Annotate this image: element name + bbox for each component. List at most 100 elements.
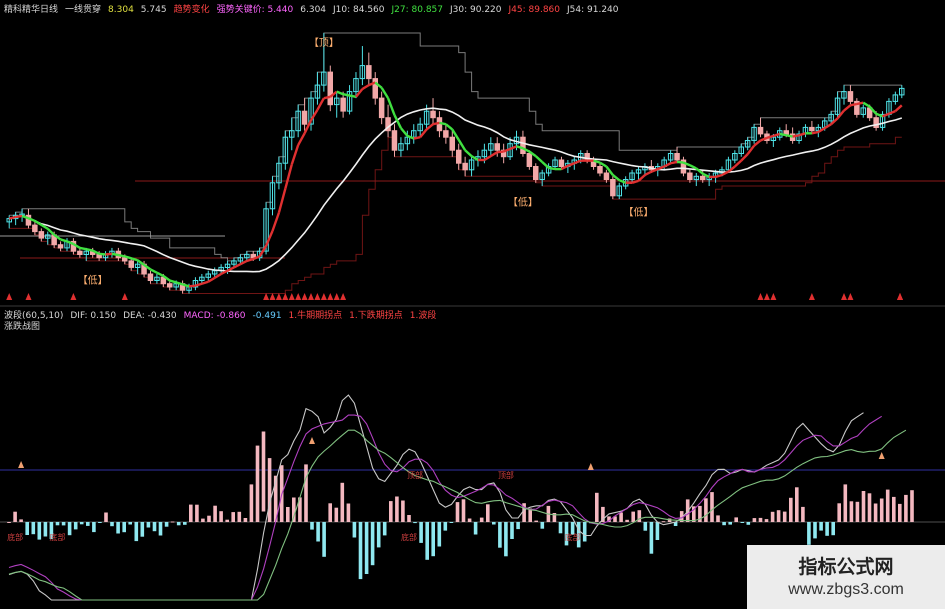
histogram-bar: [92, 522, 96, 533]
histogram-bar: [55, 522, 60, 526]
fast-moving-average-segment: [497, 150, 504, 154]
histogram-bar: [25, 522, 29, 535]
candle-body: [32, 224, 38, 233]
candle-body: [783, 130, 789, 135]
candle-body: [809, 126, 815, 132]
histogram-bar: [395, 496, 399, 522]
histogram-bar: [146, 522, 151, 528]
histogram-bar: [558, 522, 563, 534]
signal-label: 顶部: [498, 470, 514, 480]
fast-moving-average-segment: [111, 252, 119, 257]
histogram-bar: [813, 522, 817, 539]
candle-body: [520, 136, 526, 154]
candle-body: [603, 172, 610, 180]
candle-body: [847, 91, 854, 102]
histogram-bar: [195, 504, 199, 522]
histogram-bar: [7, 522, 11, 523]
header-item: 精科精华日线: [4, 5, 59, 15]
histogram-bar: [892, 496, 896, 522]
histogram-bar: [449, 522, 454, 523]
candle-body: [378, 97, 385, 119]
histogram-bar: [655, 522, 660, 540]
histogram-bar: [758, 517, 763, 522]
fast-moving-average-segment: [349, 94, 357, 99]
histogram-bar: [498, 522, 502, 548]
watermark-url: www.zbgs3.com: [788, 581, 904, 598]
histogram-bar: [225, 519, 229, 522]
annotation-label: 【低】: [624, 205, 654, 218]
candle-body: [494, 143, 500, 151]
fast-moving-average-segment: [15, 214, 23, 219]
histogram-bar: [455, 502, 460, 522]
histogram-bar: [213, 505, 217, 522]
histogram-bar: [419, 522, 423, 543]
fast-moving-average-segment: [785, 134, 793, 138]
histogram-bar: [910, 490, 914, 522]
watermark-title: 指标公式网: [798, 556, 894, 578]
histogram-bar: [510, 522, 514, 539]
header-item: DEA: -0.430: [123, 311, 177, 321]
histogram-bar: [867, 493, 872, 522]
candle-body: [687, 172, 693, 180]
histogram-bar: [346, 503, 351, 522]
candle-body: [391, 130, 398, 151]
histogram-bar: [649, 522, 654, 554]
header-item: J27: 80.857: [391, 5, 444, 15]
histogram-bar: [595, 492, 599, 522]
histogram-bar: [807, 522, 811, 545]
header-item: J54: 91.240: [567, 5, 619, 15]
histogram-bar: [467, 518, 472, 522]
histogram-bar: [73, 522, 78, 530]
header-item: DIF: 0.150: [70, 311, 117, 321]
histogram-bar: [801, 506, 805, 522]
histogram-bar: [443, 522, 448, 531]
histogram-bar: [201, 518, 205, 522]
histogram-bar: [728, 522, 732, 525]
candle-body: [443, 130, 449, 138]
histogram-bar: [328, 503, 332, 522]
annotation-label: 【低】: [78, 274, 108, 287]
histogram-bar: [825, 522, 829, 536]
signal-label: 顶部: [407, 470, 423, 480]
histogram-bar: [407, 515, 411, 522]
histogram-bar: [79, 522, 84, 525]
candle-body: [526, 153, 533, 167]
histogram-bar: [304, 464, 308, 522]
histogram-bar: [486, 504, 490, 522]
histogram-bar: [401, 500, 405, 522]
histogram-bar: [837, 503, 841, 522]
histogram-bar: [176, 522, 181, 526]
histogram-bar: [898, 503, 902, 522]
header-item: 强势关键价: 5.440: [216, 5, 294, 15]
header-item: J30: 90.220: [450, 5, 502, 15]
fast-moving-average-segment: [118, 253, 126, 258]
candle-body: [340, 97, 346, 112]
histogram-bar: [267, 458, 272, 522]
header-item: 涨跌战图: [4, 322, 41, 332]
histogram-bar: [382, 522, 387, 536]
fast-moving-average-segment: [439, 121, 447, 126]
header-item: J45: 89.860: [508, 5, 561, 15]
annotation-label: 【顶】: [309, 37, 339, 49]
annotation-label: 【低】: [508, 196, 538, 209]
candle-body: [327, 71, 333, 106]
histogram-bar: [389, 501, 393, 522]
histogram-bar: [437, 522, 442, 547]
histogram-bar: [770, 511, 775, 522]
header-item: 趋势变化: [173, 5, 210, 15]
histogram-bar: [873, 503, 878, 522]
histogram-bar: [413, 522, 417, 524]
histogram-bar: [819, 522, 823, 531]
histogram-bar: [158, 522, 163, 536]
fast-moving-average-segment: [850, 102, 858, 107]
fast-moving-average-segment: [86, 248, 93, 252]
histogram-bar: [316, 522, 320, 542]
histogram-bar: [776, 510, 781, 522]
histogram-bar: [661, 521, 666, 523]
candle-body: [38, 231, 45, 239]
fast-moving-average-segment: [670, 160, 678, 165]
histogram-bar: [789, 497, 793, 522]
histogram-bar: [831, 522, 835, 536]
histogram-bar: [116, 522, 120, 534]
histogram-bar: [643, 522, 648, 531]
